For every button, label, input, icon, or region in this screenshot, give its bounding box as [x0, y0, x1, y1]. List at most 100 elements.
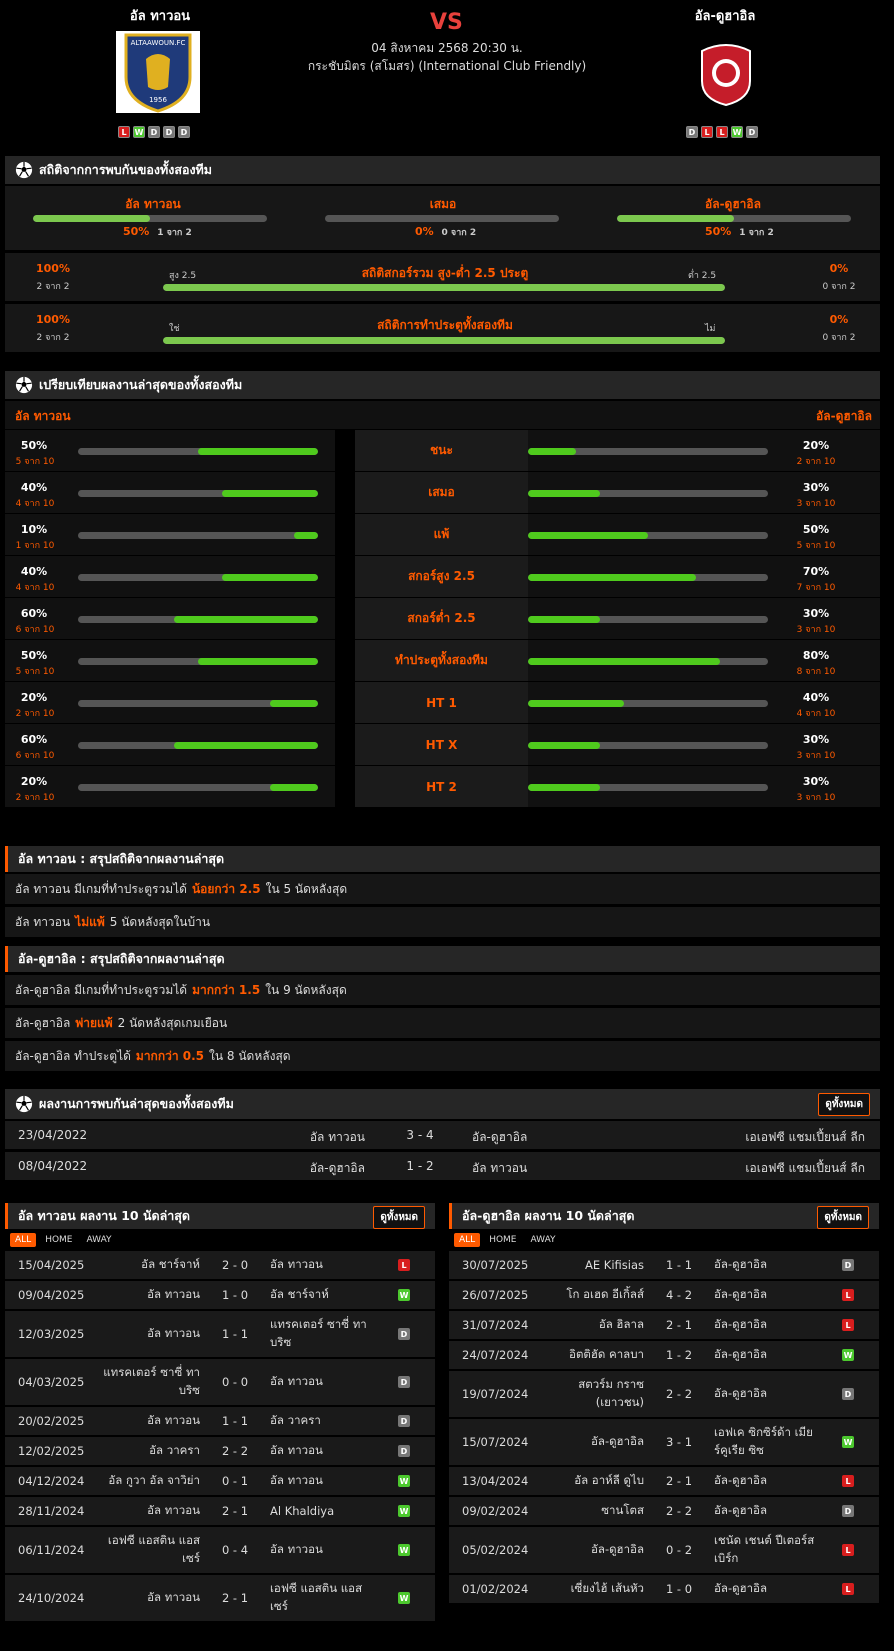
tab-home[interactable]: HOME: [40, 1233, 77, 1247]
h2h-view-all-button[interactable]: ดูทั้งหมด: [818, 1093, 870, 1116]
match-row[interactable]: 24/07/2024 อิตติฮัด คาลบา 1 - 2 อัล-ดูฮาอิล…: [449, 1341, 879, 1369]
match-row[interactable]: 20/02/2025 อัล ทาวอน 1 - 1 อัล วาครา D: [5, 1407, 435, 1435]
result-badge: L: [842, 1544, 854, 1556]
match-home-team[interactable]: เอฟซี แอสติน แอสเซร์: [100, 1527, 200, 1573]
last10-away-view-all-button[interactable]: ดูทั้งหมด: [817, 1206, 869, 1229]
h2h-match-row[interactable]: 08/04/2022 อัล-ดูฮาอิล 1 - 2 อัล ทาวอน เอเอฟ…: [5, 1152, 880, 1180]
match-home-team[interactable]: อัล วาครา: [100, 1437, 200, 1465]
match-home-team[interactable]: อัล ทาวอน: [100, 1407, 200, 1435]
match-away-team[interactable]: อัล ทาวอน: [270, 1359, 375, 1405]
match-away-team[interactable]: อัล ชาร์จาห์: [270, 1281, 375, 1309]
match-home-team[interactable]: อัล อาห์ลี ดูไบ: [544, 1467, 644, 1495]
match-home-team[interactable]: อัล กูวา อัล จาวิย่า: [100, 1467, 200, 1495]
match-score: 2 - 2: [221, 1444, 249, 1458]
match-away-team[interactable]: อัล-ดูฮาอิล: [714, 1341, 819, 1369]
match-row[interactable]: 01/02/2024 เซี่ยงไฮ้ เส้นหัว 1 - 0 อัล-ดูฮา…: [449, 1575, 879, 1603]
compare-home-cell: 20% 2 จาก 10: [5, 682, 335, 723]
match-home-team[interactable]: อิตติฮัด คาลบา: [544, 1341, 644, 1369]
compare-row: 50% 5 จาก 10 ชนะ 20% 2 จาก 10: [5, 430, 880, 472]
tab-all[interactable]: ALL: [454, 1233, 481, 1247]
match-home-team[interactable]: สตวร์ม กราซ (เยาวชน): [544, 1371, 644, 1417]
form-badge: D: [178, 126, 190, 138]
match-row[interactable]: 12/02/2025 อัล วาครา 2 - 2 อัล ทาวอน D: [5, 1437, 435, 1465]
compare-away-cell: 70% 7 จาก 10: [528, 556, 880, 597]
match-home-team[interactable]: อัล ฮิลาล: [544, 1311, 644, 1339]
away-form: DLLWD: [686, 126, 758, 138]
tab-home[interactable]: HOME: [484, 1233, 521, 1247]
home-team-name[interactable]: อัล ทาวอน: [80, 5, 240, 26]
match-home-team[interactable]: อัล-ดูฮาอิล: [544, 1527, 644, 1573]
match-away-team[interactable]: อัล ทาวอน: [270, 1437, 375, 1465]
bar-fill: [174, 742, 318, 749]
match-row[interactable]: 15/07/2024 อัล-ดูฮาอิล 3 - 1 เอฟเค ซิกซิร์ด…: [449, 1419, 879, 1465]
match-row[interactable]: 04/03/2025 แทรคเตอร์ ซาซี่ ทาบริซ 0 - 0 อัล…: [5, 1359, 435, 1405]
match-home-team[interactable]: อัล ทาวอน: [235, 1128, 365, 1147]
match-away-team[interactable]: เชนัด เชนต์ ปีเตอร์สเบิร์ก: [714, 1527, 819, 1573]
match-away-team[interactable]: อัล-ดูฮาอิล: [714, 1575, 819, 1603]
match-home-team[interactable]: เซี่ยงไฮ้ เส้นหัว: [544, 1575, 644, 1603]
last10-home-view-all-button[interactable]: ดูทั้งหมด: [373, 1206, 425, 1229]
match-score: 2 - 1: [221, 1591, 249, 1605]
h2h-draw-bar: [325, 215, 559, 222]
match-row[interactable]: 30/07/2025 AE Kifisias 1 - 1 อัล-ดูฮาอิล D: [449, 1251, 879, 1279]
match-row[interactable]: 06/11/2024 เอฟซี แอสติน แอสเซร์ 0 - 4 อัล ท…: [5, 1527, 435, 1573]
match-away-team[interactable]: อัล ทาวอน: [472, 1159, 527, 1178]
away-team-logo[interactable]: [698, 41, 754, 107]
match-row[interactable]: 15/04/2025 อัล ชาร์จาห์ 2 - 0 อัล ทาวอน L: [5, 1251, 435, 1279]
match-home-team[interactable]: อัล ทาวอน: [100, 1311, 200, 1357]
match-row[interactable]: 09/02/2024 ซานโตส 2 - 2 อัล-ดูฮาอิล D: [449, 1497, 879, 1525]
match-row[interactable]: 28/11/2024 อัล ทาวอน 2 - 1 Al Khaldiya W: [5, 1497, 435, 1525]
match-away-team[interactable]: อัล-ดูฮาอิล: [714, 1281, 819, 1309]
h2h-match-row[interactable]: 23/04/2022 อัล ทาวอน 3 - 4 อัล-ดูฮาอิล เอเอฟ…: [5, 1121, 880, 1149]
match-away-team[interactable]: อัล-ดูฮาอิล: [714, 1251, 819, 1279]
match-row[interactable]: 12/03/2025 อัล ทาวอน 1 - 1 แทรคเตอร์ ซาซี่ …: [5, 1311, 435, 1357]
match-home-team[interactable]: โก อเฮด อีเกิ้ลส์: [544, 1281, 644, 1309]
tab-away[interactable]: AWAY: [526, 1233, 561, 1247]
match-away-team[interactable]: อัล-ดูฮาอิล: [714, 1371, 819, 1417]
home-team-logo[interactable]: ALTAAWOUN.FC 1956: [116, 31, 200, 113]
match-away-team[interactable]: อัล ทาวอน: [270, 1251, 375, 1279]
btts-left-label: ใช่: [169, 324, 180, 334]
match-away-team[interactable]: เอฟซี แอสติน แอสเซร์: [270, 1575, 375, 1621]
match-score: 1 - 0: [665, 1582, 693, 1596]
match-away-team[interactable]: อัล วาครา: [270, 1407, 375, 1435]
match-home-team[interactable]: อัล-ดูฮาอิล: [235, 1159, 365, 1178]
match-away-team[interactable]: อัล-ดูฮาอิล: [714, 1311, 819, 1339]
match-home-team[interactable]: อัล ทาวอน: [100, 1575, 200, 1621]
match-row[interactable]: 24/10/2024 อัล ทาวอน 2 - 1 เอฟซี แอสติน แอส…: [5, 1575, 435, 1621]
match-away-team[interactable]: เอฟเค ซิกซิร์ด้า เมียร์คูเรีย ซิซ: [714, 1419, 819, 1465]
compare-row-label: HT 2: [355, 766, 528, 807]
match-home-team[interactable]: อัล-ดูฮาอิล: [544, 1419, 644, 1465]
match-home-team[interactable]: อัล ทาวอน: [100, 1281, 200, 1309]
tab-away[interactable]: AWAY: [82, 1233, 117, 1247]
summary-highlight: พ่ายแพ้: [75, 1015, 113, 1030]
result-badge: W: [842, 1349, 854, 1361]
match-away-team[interactable]: อัล-ดูฮาอิล: [472, 1128, 527, 1147]
match-row[interactable]: 13/04/2024 อัล อาห์ลี ดูไบ 2 - 1 อัล-ดูฮาอิ…: [449, 1467, 879, 1495]
compare-home-bar: [78, 658, 318, 665]
match-row[interactable]: 26/07/2025 โก อเฮด อีเกิ้ลส์ 4 - 2 อัล-ดูฮา…: [449, 1281, 879, 1309]
match-score: 0 - 1: [221, 1474, 249, 1488]
match-row[interactable]: 31/07/2024 อัล ฮิลาล 2 - 1 อัล-ดูฮาอิล L: [449, 1311, 879, 1339]
match-away-team[interactable]: อัล ทาวอน: [270, 1527, 375, 1573]
match-row[interactable]: 04/12/2024 อัล กูวา อัล จาวิย่า 0 - 1 อัล ท…: [5, 1467, 435, 1495]
result-badge: D: [398, 1445, 410, 1457]
tab-all[interactable]: ALL: [10, 1233, 37, 1247]
match-away-team[interactable]: อัล ทาวอน: [270, 1467, 375, 1495]
form-badge: D: [746, 126, 758, 138]
match-away-team[interactable]: อัล-ดูฮาอิล: [714, 1497, 819, 1525]
match-row[interactable]: 09/04/2025 อัล ทาวอน 1 - 0 อัล ชาร์จาห์ W: [5, 1281, 435, 1309]
match-row[interactable]: 05/02/2024 อัล-ดูฮาอิล 0 - 2 เชนัด เชนต์ ปี…: [449, 1527, 879, 1573]
match-home-team[interactable]: แทรคเตอร์ ซาซี่ ทาบริซ: [100, 1359, 200, 1405]
match-home-team[interactable]: AE Kifisias: [544, 1251, 644, 1279]
form-badge: L: [716, 126, 728, 138]
match-row[interactable]: 19/07/2024 สตวร์ม กราซ (เยาวชน) 2 - 2 อัล-ด…: [449, 1371, 879, 1417]
away-team-name[interactable]: อัล-ดูฮาอิล: [645, 5, 805, 26]
match-home-team[interactable]: ซานโตส: [544, 1497, 644, 1525]
match-away-team[interactable]: แทรคเตอร์ ซาซี่ ทาบริซ: [270, 1311, 375, 1357]
match-home-team[interactable]: อัล ทาวอน: [100, 1497, 200, 1525]
match-away-team[interactable]: อัล-ดูฮาอิล: [714, 1467, 819, 1495]
match-home-team[interactable]: อัล ชาร์จาห์: [100, 1251, 200, 1279]
compare-home-sub: 4 จาก 10: [15, 583, 55, 593]
match-away-team[interactable]: Al Khaldiya: [270, 1497, 375, 1525]
